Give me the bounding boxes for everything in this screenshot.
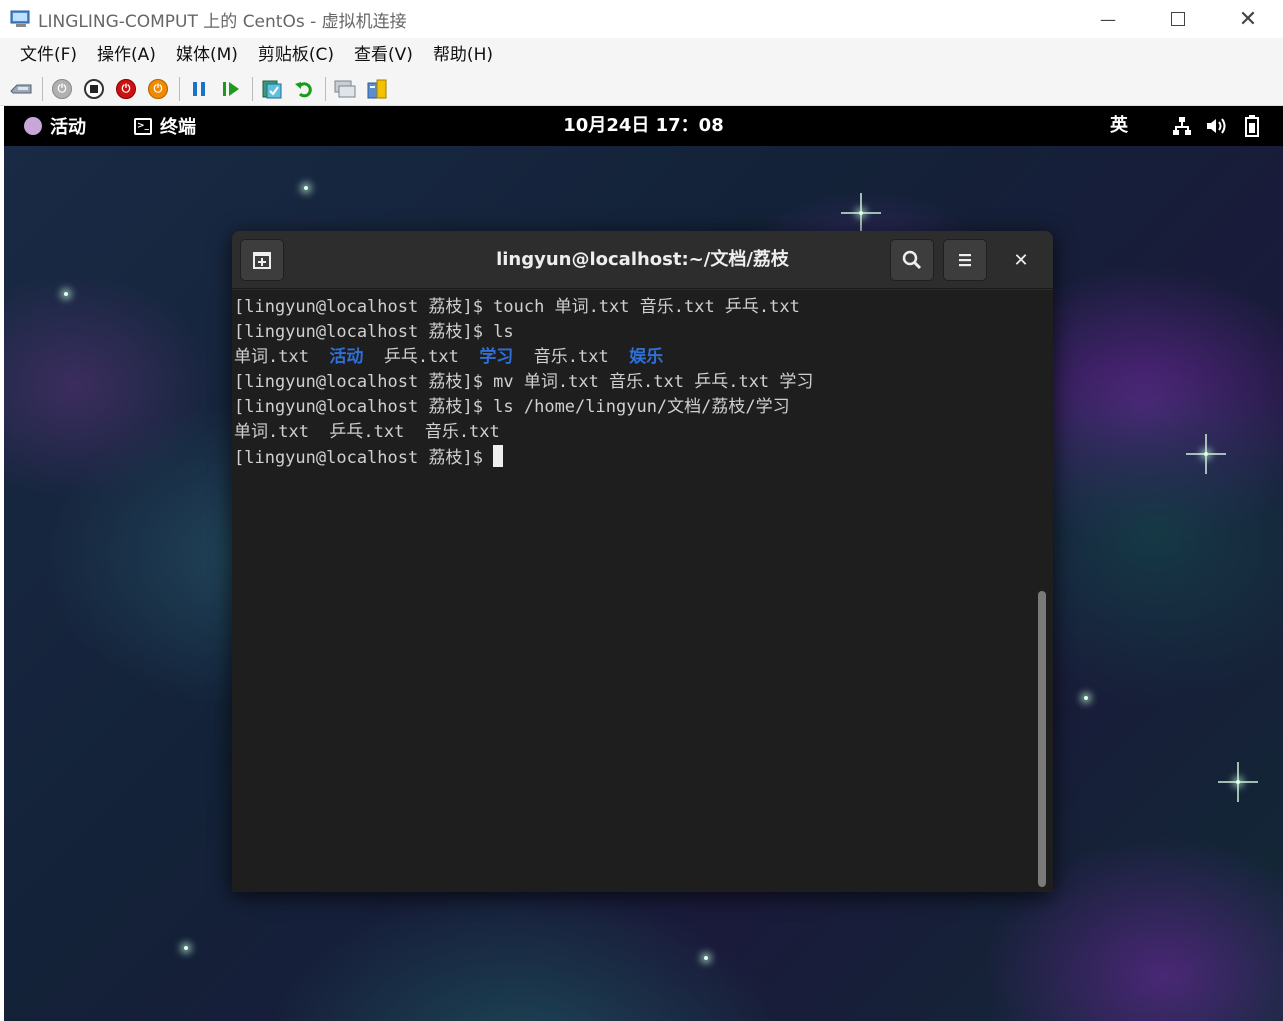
terminal-scrollbar[interactable]: [1038, 591, 1046, 887]
start-icon[interactable]: ⏻: [49, 76, 75, 102]
star-decoration: [1084, 696, 1088, 700]
input-method-indicator[interactable]: 英: [1110, 106, 1128, 146]
app-menu-button[interactable]: >_ 终端: [134, 106, 196, 146]
menu-media[interactable]: 媒体(M): [166, 38, 248, 72]
toolbar-separator: [42, 76, 43, 101]
terminal-text: [lingyun@localhost 荔枝]$ mv 单词.txt 音乐.txt…: [234, 372, 814, 392]
resume-icon[interactable]: [218, 76, 244, 102]
terminal-text: 单词.txt: [234, 347, 330, 367]
menu-clipboard[interactable]: 剪贴板(C): [248, 38, 344, 72]
terminal-line: [lingyun@localhost 荔枝]$ ls: [234, 320, 1053, 345]
system-menu[interactable]: [1170, 106, 1275, 146]
terminal-window: lingyun@localhost:~/文档/荔枝 ✕ [lingyun@loc…: [232, 231, 1053, 892]
terminal-text: 音乐.txt: [513, 347, 630, 367]
close-icon[interactable]: ✕: [1213, 0, 1283, 38]
terminal-text: 乒乓.txt: [363, 347, 480, 367]
terminal-line: 单词.txt 乒乓.txt 音乐.txt: [234, 420, 1053, 445]
maximize-icon[interactable]: [1143, 0, 1213, 38]
terminal-line: [lingyun@localhost 荔枝]$ touch 单词.txt 音乐.…: [234, 295, 1053, 320]
directory-name: 活动: [329, 347, 364, 367]
star-decoration: [64, 292, 68, 296]
terminal-text: 单词.txt 乒乓.txt 音乐.txt: [234, 422, 500, 442]
terminal-line: [lingyun@localhost 荔枝]$ mv 单词.txt 音乐.txt…: [234, 370, 1053, 395]
toolbar: ⏻ ⏻ ⏻: [0, 72, 1283, 106]
gnome-top-bar: 活动 >_ 终端 10月24日 17：08 英: [4, 106, 1283, 146]
shutdown-icon[interactable]: ⏻: [113, 76, 139, 102]
terminal-close-icon[interactable]: ✕: [1008, 247, 1034, 273]
directory-name: 娱乐: [629, 347, 664, 367]
terminal-text: [lingyun@localhost 荔枝]$ ls: [234, 322, 514, 342]
menu-button[interactable]: [943, 239, 987, 281]
activities-icon: [24, 117, 42, 135]
network-icon: [1170, 115, 1194, 137]
menu-action[interactable]: 操作(A): [87, 38, 166, 72]
search-button[interactable]: [890, 239, 934, 281]
terminal-text: [lingyun@localhost 荔枝]$: [234, 448, 494, 468]
ctrl-alt-del-icon[interactable]: [8, 76, 34, 102]
terminal-line: 单词.txt 活动 乒乓.txt 学习 音乐.txt 娱乐: [234, 345, 1053, 370]
activities-label: 活动: [50, 117, 86, 138]
star-decoration: [1186, 434, 1226, 474]
terminal-text: [lingyun@localhost 荔枝]$ touch 单词.txt 音乐.…: [234, 297, 800, 317]
star-decoration: [1218, 762, 1258, 802]
menu-bar: 文件(F) 操作(A) 媒体(M) 剪贴板(C) 查看(V) 帮助(H): [0, 38, 1283, 72]
checkpoint-icon[interactable]: [259, 76, 285, 102]
menu-view[interactable]: 查看(V): [344, 38, 423, 72]
menu-help[interactable]: 帮助(H): [423, 38, 503, 72]
search-icon: [902, 250, 922, 270]
text-cursor: [493, 445, 504, 467]
hamburger-menu-icon: [959, 254, 971, 267]
terminal-line: [lingyun@localhost 荔枝]$: [234, 445, 1053, 470]
enhanced-session-icon[interactable]: [332, 76, 358, 102]
star-decoration: [184, 946, 188, 950]
terminal-content[interactable]: [lingyun@localhost 荔枝]$ touch 单词.txt 音乐.…: [232, 290, 1053, 892]
new-tab-button[interactable]: [240, 239, 284, 281]
window-title: LINGLING-COMPUT 上的 CentOs - 虚拟机连接: [38, 11, 407, 32]
battery-icon: [1240, 115, 1264, 137]
turn-off-icon[interactable]: [81, 76, 107, 102]
save-state-icon[interactable]: ⏻: [145, 76, 171, 102]
star-decoration: [304, 186, 308, 190]
pause-icon[interactable]: [186, 76, 212, 102]
guest-desktop[interactable]: 活动 >_ 终端 10月24日 17：08 英 lingyun@localhos…: [4, 106, 1283, 1021]
star-decoration: [704, 956, 708, 960]
toolbar-separator: [325, 76, 326, 101]
terminal-text: [lingyun@localhost 荔枝]$ ls /home/lingyun…: [234, 397, 790, 417]
share-icon[interactable]: [364, 76, 390, 102]
vm-connection-icon: [10, 10, 32, 28]
terminal-line: [lingyun@localhost 荔枝]$ ls /home/lingyun…: [234, 395, 1053, 420]
terminal-app-icon: >_: [134, 117, 152, 135]
volume-icon: [1205, 115, 1229, 137]
revert-icon[interactable]: [291, 76, 317, 102]
terminal-headerbar: lingyun@localhost:~/文档/荔枝 ✕: [232, 231, 1053, 289]
toolbar-separator: [179, 76, 180, 101]
app-menu-label: 终端: [160, 117, 196, 138]
new-tab-icon: [253, 252, 271, 269]
minimize-icon[interactable]: —: [1073, 0, 1143, 38]
window-titlebar: LINGLING-COMPUT 上的 CentOs - 虚拟机连接 — ✕: [0, 0, 1283, 38]
star-decoration: [841, 193, 881, 233]
toolbar-separator: [252, 76, 253, 101]
directory-name: 学习: [479, 347, 514, 367]
menu-file[interactable]: 文件(F): [10, 38, 87, 72]
activities-button[interactable]: 活动: [24, 106, 86, 146]
